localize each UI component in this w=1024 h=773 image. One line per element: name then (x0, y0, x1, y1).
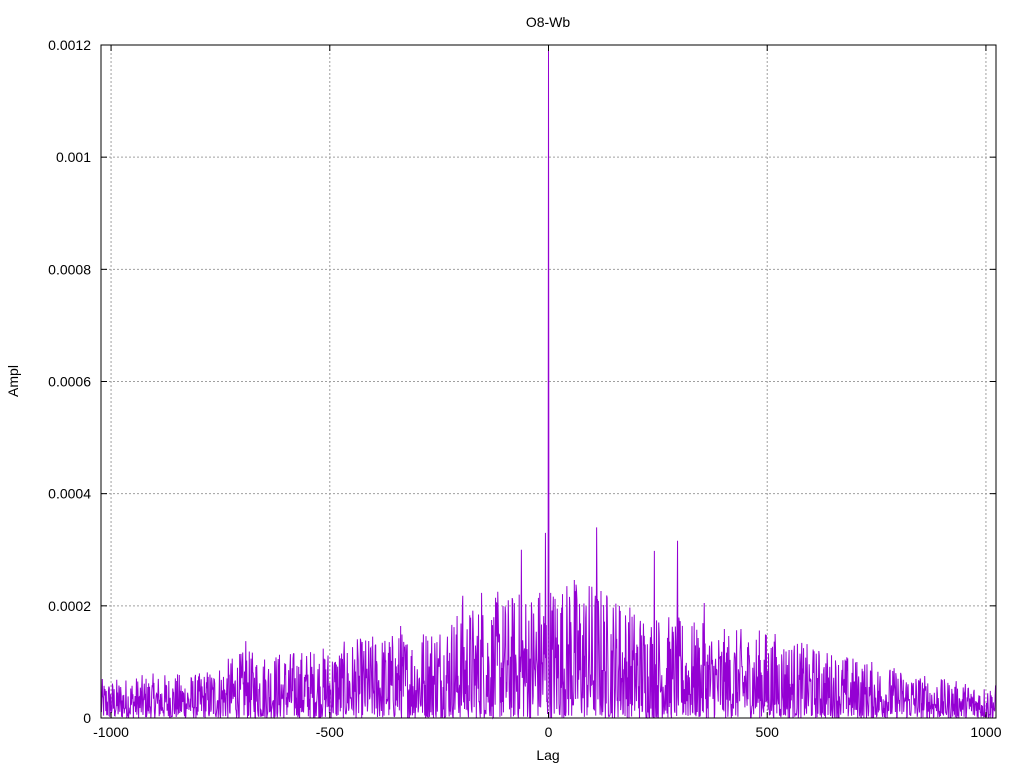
x-tick-label: 500 (756, 724, 780, 740)
x-tick-label: 1000 (970, 724, 1001, 740)
y-tick-label: 0.0004 (48, 486, 91, 502)
y-tick-label: 0.0006 (48, 374, 91, 390)
series-ampl (100, 50, 997, 720)
chart: O8-Wb -1000 -500 0 500 1000 0 0.0002 0.0004 0.00… (5, 14, 1002, 763)
y-tick-label: 0.0002 (48, 598, 91, 614)
y-tick-label: 0 (83, 710, 91, 726)
ticks: -1000 -500 0 500 1000 0 0.0002 0.0004 0.0006 0.00… (48, 37, 1002, 740)
y-tick-label: 0.0012 (48, 37, 91, 53)
x-axis-label: Lag (536, 747, 559, 763)
series-line (100, 50, 997, 720)
y-tick-label: 0.0008 (48, 261, 91, 277)
x-tick-label: -500 (316, 724, 344, 740)
x-tick-label: 0 (545, 724, 553, 740)
y-tick-label: 0.001 (56, 149, 91, 165)
y-axis-label: Ampl (5, 365, 21, 397)
x-tick-label: -1000 (93, 724, 129, 740)
chart-title: O8-Wb (526, 14, 571, 30)
